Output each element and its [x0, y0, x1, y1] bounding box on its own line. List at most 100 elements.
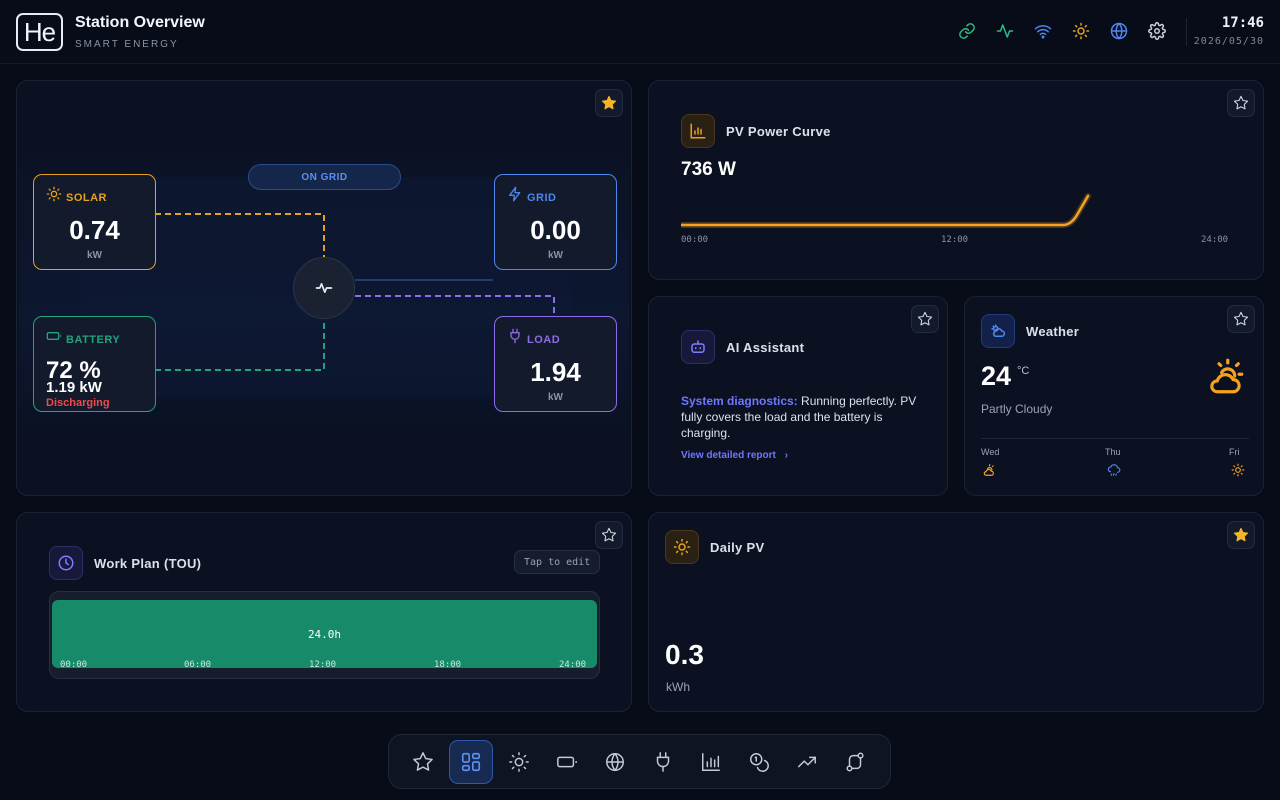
dock-trends-button[interactable]: [785, 740, 829, 784]
favorite-star-button[interactable]: [1227, 521, 1255, 549]
temperature-unit: °C: [1017, 365, 1030, 377]
tou-tick: 18:00: [434, 660, 462, 670]
weather-card: Weather 24 °C Partly Cloudy Wed Thu Fri: [964, 296, 1264, 496]
daily-pv-title: Daily PV: [710, 540, 765, 555]
partly-cloudy-icon: [1205, 355, 1247, 397]
trending-up-icon: [798, 756, 816, 768]
daily-pv-card: Daily PV 0.3 kWh: [648, 512, 1264, 712]
page-title: Station Overview: [75, 14, 205, 31]
coins-icon: [750, 753, 769, 772]
star-outline-icon: [1233, 311, 1249, 326]
sun-icon: [46, 186, 62, 202]
plug-icon: [507, 328, 523, 344]
load-value: 1.94: [530, 357, 581, 387]
solar-value: 0.74: [69, 215, 120, 245]
grid-node[interactable]: GRID 0.00 kW: [494, 174, 617, 270]
battery-label: BATTERY: [66, 334, 121, 346]
header: He Station Overview SMART ENERGY 17:46 2…: [0, 0, 1280, 64]
activity-icon: [315, 283, 333, 293]
pv-curve-card: PV Power Curve 736 W 00:00 12:00 24:00: [648, 80, 1264, 280]
pv-tick-start: 00:00: [681, 235, 709, 245]
star-outline-icon: [601, 527, 617, 542]
tou-schedule-bar[interactable]: 24.0h: [52, 600, 597, 668]
clock: 17:46: [1221, 15, 1264, 31]
battery-power: 1.19 kW: [46, 379, 102, 396]
ai-diagnostics-text: System diagnostics: Running perfectly. P…: [681, 393, 926, 441]
load-label: LOAD: [527, 334, 561, 346]
forecast-day: Fri: [1229, 447, 1240, 457]
favorite-star-button[interactable]: [595, 521, 623, 549]
ai-assistant-card: AI Assistant System diagnostics: Running…: [648, 296, 948, 496]
dashboard-icon: [461, 752, 481, 772]
solar-node[interactable]: SOLAR 0.74 kW: [33, 174, 156, 270]
ai-diagnostics-label: System diagnostics:: [681, 394, 798, 408]
ai-assistant-title: AI Assistant: [726, 340, 805, 355]
dock-battery-button[interactable]: [545, 740, 589, 784]
activity-icon[interactable]: [996, 22, 1014, 40]
work-plan-card: Work Plan (TOU) Tap to edit 24.0h 00:00 …: [16, 512, 632, 712]
partly-cloudy-icon: [982, 463, 996, 482]
view-report-link[interactable]: View detailed report ›: [681, 450, 788, 461]
energy-flow-card: ON GRID SOLAR 0.74 kW GRID 0.00 kW BATTE…: [16, 80, 632, 496]
battery-icon: [46, 328, 62, 344]
work-plan-title: Work Plan (TOU): [94, 556, 202, 571]
sun-icon[interactable]: [1072, 22, 1090, 40]
route-icon: [846, 752, 864, 772]
page-subtitle: SMART ENERGY: [75, 39, 179, 50]
pv-power-value: 736 W: [681, 159, 736, 180]
pv-tick-end: 24:00: [1201, 235, 1229, 245]
bottom-dock: [388, 734, 891, 789]
globe-icon[interactable]: [1110, 22, 1128, 40]
battery-node[interactable]: BATTERY 72 % 1.19 kW Discharging: [33, 316, 156, 412]
tou-duration-label: 24.0h: [307, 628, 342, 641]
favorite-star-button[interactable]: [1227, 89, 1255, 117]
rain-icon: [1107, 463, 1121, 482]
load-node[interactable]: LOAD 1.94 kW: [494, 316, 617, 412]
solar-label: SOLAR: [66, 192, 107, 204]
favorite-star-button[interactable]: [1227, 305, 1255, 333]
sun-icon: [509, 752, 529, 772]
clock-icon: [49, 546, 83, 580]
forecast-day: Thu: [1105, 447, 1121, 457]
tou-tick: 24:00: [559, 660, 587, 670]
daily-pv-unit: kWh: [666, 680, 690, 694]
forecast-day: Wed: [981, 447, 1000, 457]
sun-icon: [1231, 463, 1245, 482]
link-icon[interactable]: [958, 22, 976, 40]
dock-earnings-button[interactable]: [737, 740, 781, 784]
tou-timeline[interactable]: 24.0h 00:00 06:00 12:00 18:00 24:00: [49, 591, 600, 679]
gear-icon[interactable]: [1148, 22, 1166, 40]
dock-routing-button[interactable]: [833, 740, 877, 784]
daily-pv-value: 0.3: [665, 639, 704, 670]
favorite-star-button[interactable]: [911, 305, 939, 333]
tou-tick: 12:00: [309, 660, 337, 670]
inverter-hub[interactable]: [293, 257, 355, 319]
pv-tick-mid: 12:00: [941, 235, 969, 245]
solar-unit: kW: [87, 250, 102, 261]
battery-icon: [557, 756, 577, 768]
bar-chart-icon: [681, 114, 715, 148]
dock-grid-button[interactable]: [593, 740, 637, 784]
dock-statistics-button[interactable]: [689, 740, 733, 784]
dock-load-button[interactable]: [641, 740, 685, 784]
battery-state: Discharging: [46, 397, 110, 409]
plug-icon: [656, 752, 670, 772]
dock-favorites-button[interactable]: [401, 740, 445, 784]
sun-icon: [665, 530, 699, 564]
star-icon: [1233, 527, 1249, 542]
date: 2026/05/30: [1193, 36, 1264, 47]
tap-to-edit-button[interactable]: Tap to edit: [514, 550, 601, 574]
robot-icon: [681, 330, 715, 364]
dock-dashboard-button[interactable]: [449, 740, 493, 784]
weather-condition: Partly Cloudy: [981, 402, 1053, 416]
weather-title: Weather: [1026, 324, 1080, 339]
tou-tick: 06:00: [184, 660, 212, 670]
star-outline-icon: [1233, 95, 1249, 110]
dock-solar-button[interactable]: [497, 740, 541, 784]
bar-chart-icon: [702, 753, 720, 771]
view-report-label: View detailed report: [681, 450, 776, 461]
wifi-icon[interactable]: [1034, 22, 1052, 40]
grid-value: 0.00: [530, 215, 581, 245]
grid-label: GRID: [527, 192, 557, 204]
chevron-right-icon: ›: [784, 450, 788, 461]
